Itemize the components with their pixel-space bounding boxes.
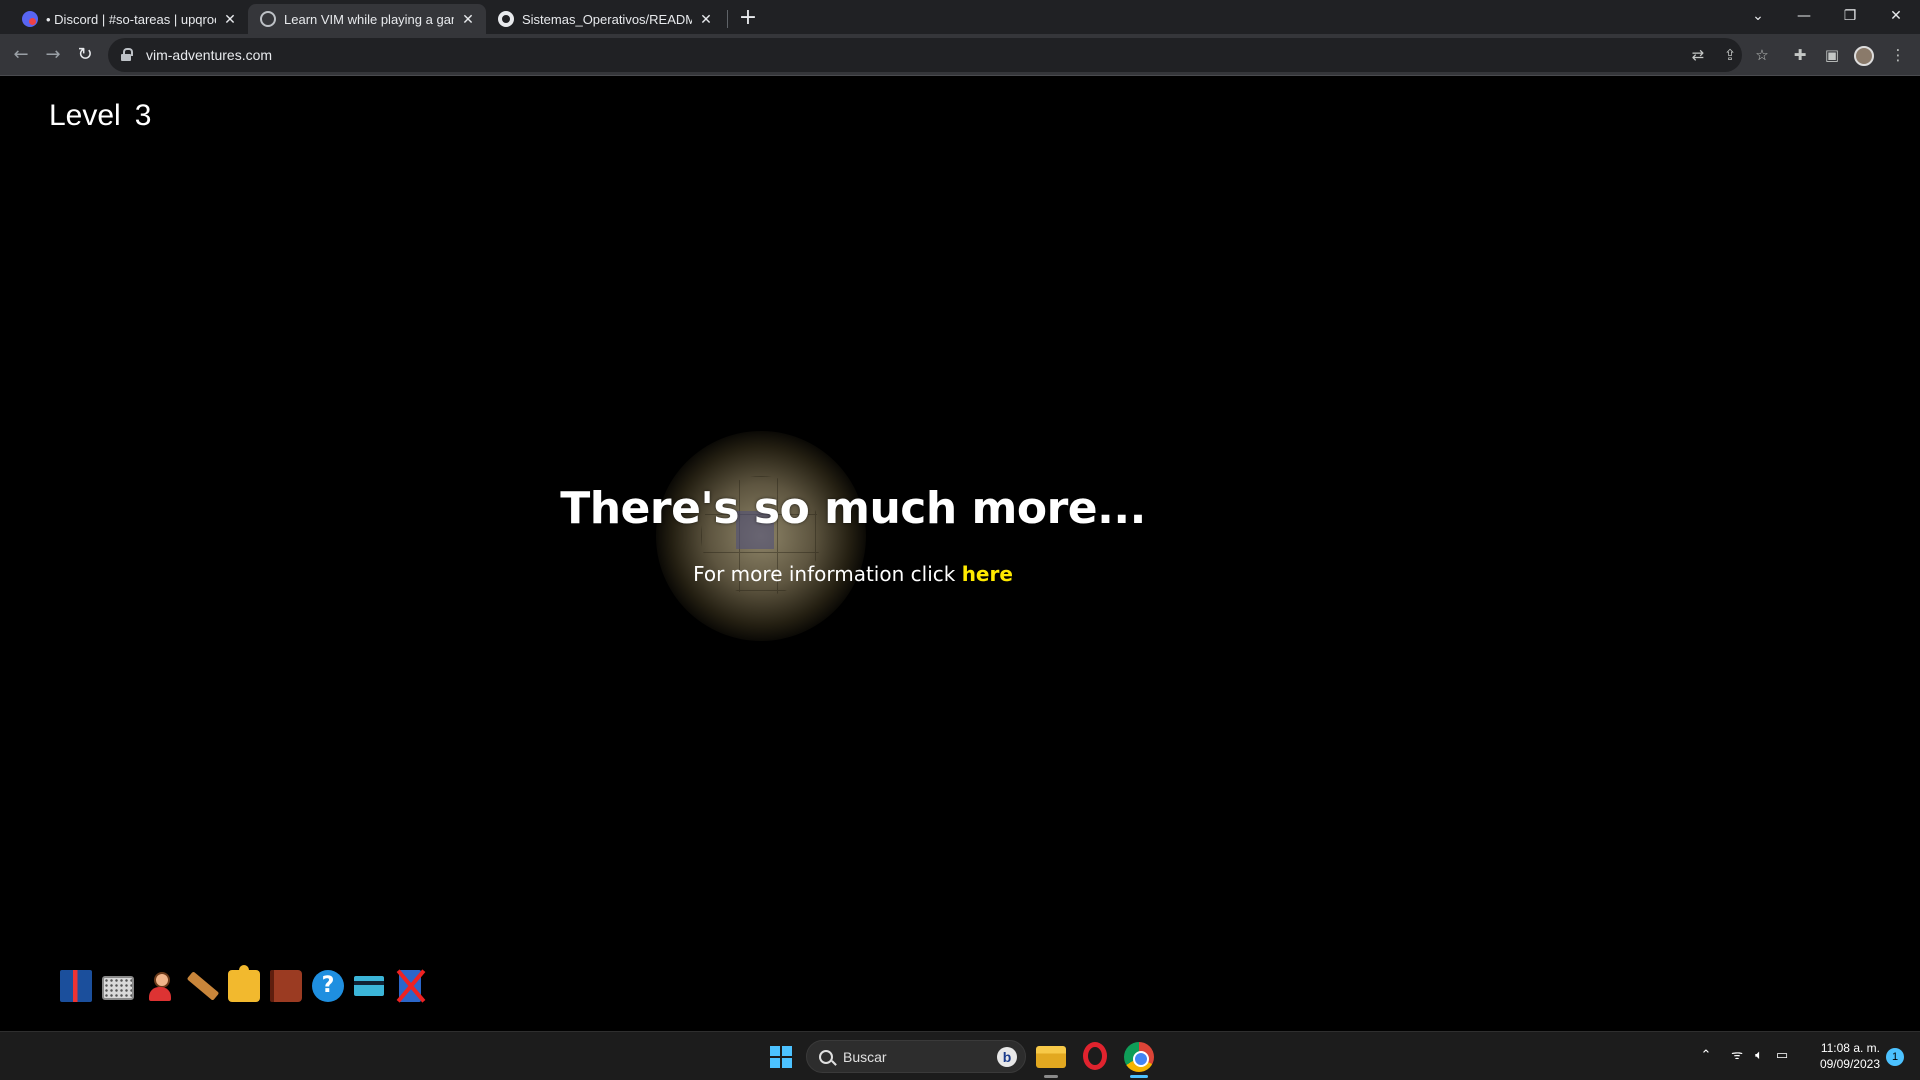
tome-icon[interactable] bbox=[270, 970, 302, 1002]
chevron-up-icon[interactable]: ⌃ bbox=[1698, 1046, 1714, 1066]
close-window-button[interactable]: ✕ bbox=[1876, 4, 1916, 28]
tab-title: Sistemas_Operativos/README.m bbox=[522, 11, 692, 27]
menu-icon[interactable]: ⋮ bbox=[1886, 43, 1910, 67]
puzzle-icon[interactable] bbox=[228, 965, 260, 1002]
app-running-indicator bbox=[1044, 1075, 1058, 1078]
tab-title: • Discord | #so-tareas | upqroo bbox=[46, 11, 216, 27]
lock-icon[interactable] bbox=[120, 48, 134, 62]
chrome-icon[interactable] bbox=[1124, 1042, 1154, 1072]
extensions-icon[interactable]: ✚ bbox=[1788, 43, 1812, 67]
notification-badge[interactable]: 1 bbox=[1886, 1048, 1904, 1066]
bing-icon[interactable]: b bbox=[997, 1047, 1017, 1067]
tab-title: Learn VIM while playing a game bbox=[284, 11, 454, 27]
clock-time: 11:08 a. m. bbox=[1820, 1041, 1880, 1055]
windows-taskbar: Buscar b ⌃ ᯤ 🔈︎ ▭ 11:08 a. m. 09/09/2023… bbox=[0, 1031, 1920, 1080]
tab-vim-adventures[interactable]: Learn VIM while playing a game ✕ bbox=[248, 4, 486, 34]
book-icon[interactable] bbox=[60, 970, 92, 1002]
back-button[interactable]: ← bbox=[8, 42, 34, 68]
reload-button[interactable]: ↻ bbox=[72, 42, 98, 68]
side-panel-icon[interactable]: ▣ bbox=[1820, 43, 1844, 67]
minimize-button[interactable]: — bbox=[1784, 4, 1824, 28]
taskbar-search[interactable]: Buscar b bbox=[806, 1040, 1026, 1073]
game-page: Level 3 There's so much more... For more … bbox=[0, 77, 1920, 1031]
more-info-link[interactable]: here bbox=[962, 562, 1013, 586]
level-number: 3 bbox=[134, 99, 152, 132]
battery-icon[interactable]: ▭ bbox=[1772, 1046, 1792, 1066]
level-indicator: Level 3 bbox=[49, 99, 151, 133]
taskbar-clock[interactable]: 11:08 a. m. 09/09/2023 bbox=[1800, 1040, 1880, 1072]
character-icon[interactable] bbox=[144, 970, 176, 1002]
clock-date: 09/09/2023 bbox=[1819, 1057, 1880, 1071]
volume-icon[interactable]: 🔈︎ bbox=[1750, 1046, 1768, 1066]
bookmark-star-icon[interactable]: ☆ bbox=[1750, 43, 1774, 67]
close-icon[interactable]: ✕ bbox=[698, 11, 714, 27]
app-active-indicator bbox=[1130, 1075, 1148, 1078]
keyboard-icon[interactable] bbox=[102, 976, 134, 1000]
search-icon bbox=[819, 1049, 833, 1064]
crossed-out-icon[interactable] bbox=[399, 970, 421, 1002]
globe-icon bbox=[260, 11, 276, 27]
ruler-icon[interactable] bbox=[186, 970, 220, 1002]
windows-start-icon[interactable] bbox=[770, 1046, 792, 1068]
tab-strip: • Discord | #so-tareas | upqroo ✕ Learn … bbox=[0, 0, 1920, 34]
inventory-bar: ? bbox=[60, 965, 421, 1006]
close-icon[interactable]: ✕ bbox=[222, 11, 238, 27]
more-info-line: For more information click here bbox=[0, 562, 1706, 586]
new-tab-button[interactable]: + bbox=[736, 6, 760, 30]
close-icon[interactable]: ✕ bbox=[460, 11, 476, 27]
forward-button[interactable]: → bbox=[40, 42, 66, 68]
restore-button[interactable]: ❐ bbox=[1830, 4, 1870, 28]
file-explorer-icon[interactable] bbox=[1036, 1042, 1066, 1072]
cursor-light-glow bbox=[656, 431, 866, 641]
more-info-text: For more information click bbox=[693, 562, 956, 586]
tab-search-icon[interactable]: ⌄ bbox=[1738, 4, 1778, 28]
url-text: vim-adventures.com bbox=[146, 47, 273, 63]
tab-discord[interactable]: • Discord | #so-tareas | upqroo ✕ bbox=[10, 4, 248, 34]
github-icon bbox=[498, 11, 514, 27]
level-label: Level bbox=[49, 99, 121, 132]
card-icon[interactable] bbox=[354, 976, 384, 996]
translate-icon[interactable]: ⇄ bbox=[1686, 43, 1710, 67]
wifi-icon[interactable]: ᯤ bbox=[1728, 1046, 1746, 1066]
browser-toolbar: ← → ↻ vim-adventures.com ⇄ ⇪ ☆ ✚ ▣ ⋮ bbox=[0, 34, 1920, 76]
headline: There's so much more... bbox=[560, 483, 1146, 534]
profile-avatar[interactable] bbox=[1852, 43, 1876, 67]
opera-icon[interactable] bbox=[1080, 1042, 1110, 1072]
help-icon[interactable]: ? bbox=[312, 970, 344, 1002]
discord-icon bbox=[22, 11, 38, 27]
search-placeholder: Buscar bbox=[843, 1048, 887, 1065]
share-icon[interactable]: ⇪ bbox=[1718, 43, 1742, 67]
tab-divider bbox=[727, 10, 728, 28]
address-bar[interactable]: vim-adventures.com bbox=[108, 38, 1742, 72]
tab-github[interactable]: Sistemas_Operativos/README.m ✕ bbox=[486, 4, 724, 34]
